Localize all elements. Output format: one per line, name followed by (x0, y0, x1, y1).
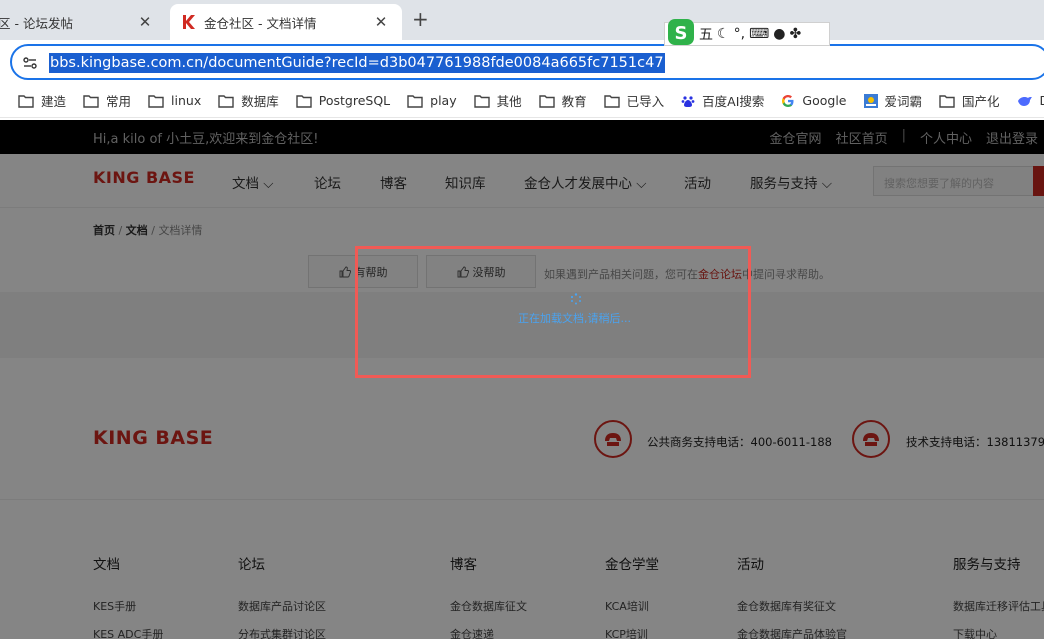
new-tab-button[interactable]: + (412, 9, 429, 29)
bookmark-label: 常用 (106, 94, 132, 109)
bookmark-label: PostgreSQL (318, 93, 391, 108)
bookmark-label: 建造 (41, 94, 67, 109)
bookmark-item[interactable]: play (407, 93, 457, 108)
kingbase-favicon-icon (183, 15, 195, 29)
close-icon[interactable]: ✕ (136, 13, 154, 31)
moon-icon[interactable]: ☾ (717, 26, 730, 42)
bookmark-item[interactable]: 教育 (538, 91, 587, 110)
bookmark-item[interactable]: 建造 (18, 91, 66, 110)
bookmark-item[interactable]: 数据库 (218, 91, 279, 110)
bookmark-item[interactable]: linux (148, 93, 201, 108)
tab-title: 金仓社区 - 文档详情 (204, 15, 317, 31)
loading-text: 正在加载文档,请稍后... (518, 312, 631, 325)
bookmark-label: play (430, 93, 457, 108)
loading-spinner-icon (570, 293, 581, 305)
folder-icon (148, 94, 171, 108)
bookmark-item[interactable]: PostgreSQL (296, 93, 390, 108)
bookmark-label: 已导入 (626, 94, 665, 109)
web-page: Hi,a kilo of 小土豆,欢迎来到金仓社区! 金仓官网 社区首页 | 个… (0, 120, 1044, 639)
close-icon[interactable]: ✕ (372, 13, 390, 31)
bookmark-label: Google (802, 93, 847, 108)
bookmark-label: 百度AI搜索 (702, 94, 765, 109)
keyboard-icon[interactable]: ⌨ (749, 26, 769, 42)
deepseek-icon (1017, 94, 1040, 108)
bookmark-item[interactable]: De (1017, 93, 1044, 108)
sogou-ime-icon[interactable]: S (667, 18, 695, 46)
bookmark-item[interactable]: 爱词霸 (863, 91, 923, 110)
loading-highlight-box: 正在加载文档,请稍后... (355, 246, 751, 378)
ime-toolbar: S 五 ☾ °, ⌨ ● ✤ (664, 19, 830, 46)
bookmark-label: linux (171, 93, 202, 108)
baidu-icon (681, 94, 702, 108)
bookmark-item[interactable]: 常用 (83, 91, 131, 110)
bookmark-label: De (1040, 93, 1044, 108)
loading-overlay (0, 120, 1044, 639)
site-info-icon[interactable] (22, 55, 38, 71)
bookmark-item[interactable]: Google (781, 93, 847, 108)
google-icon (781, 94, 802, 108)
bookmark-item[interactable]: 已导入 (603, 91, 665, 110)
bookmark-label: 爱词霸 (884, 94, 923, 109)
folder-icon (603, 94, 627, 108)
url-text[interactable]: bbs.kingbase.com.cn/documentGuide?recId=… (49, 53, 665, 73)
folder-icon (218, 94, 241, 108)
iciba-icon (863, 93, 885, 108)
folder-icon (538, 94, 562, 108)
bookmark-item[interactable]: 其他 (473, 91, 522, 110)
tab-title: 区 - 论坛发帖 (0, 15, 73, 31)
ime-mode[interactable]: 五 (699, 24, 713, 44)
folder-icon (296, 94, 319, 108)
bookmark-label: 国产化 (962, 94, 1000, 109)
svg-text:S: S (675, 23, 688, 44)
tab-forum-post[interactable]: 区 - 论坛发帖 ✕ (0, 4, 166, 40)
ime-punct[interactable]: °, (734, 26, 745, 42)
tab-bar: 区 - 论坛发帖 ✕ 金仓社区 - 文档详情 ✕ + (0, 0, 1044, 40)
bookmark-label: 其他 (496, 94, 522, 109)
bookmark-item[interactable]: 国产化 (939, 91, 1000, 110)
folder-icon (407, 94, 430, 108)
folder-icon (473, 94, 497, 108)
apps-icon[interactable]: ✤ (789, 26, 801, 42)
tab-document-detail[interactable]: 金仓社区 - 文档详情 ✕ (170, 4, 402, 40)
browser-toolbar: bbs.kingbase.com.cn/documentGuide?recId=… (0, 40, 1044, 84)
user-icon[interactable]: ● (773, 26, 785, 42)
bookmark-label: 教育 (561, 94, 587, 109)
folder-icon (18, 94, 41, 108)
address-bar[interactable]: bbs.kingbase.com.cn/documentGuide?recId=… (10, 44, 1044, 80)
bookmark-label: 数据库 (241, 94, 279, 109)
bookmarks-bar: 建造 常用 linux 数据库 PostgreSQL play 其他 教育 已导入 百度AI搜索 G… (0, 84, 1044, 118)
folder-icon (83, 94, 106, 108)
bookmark-item[interactable]: 百度AI搜索 (681, 91, 764, 110)
folder-icon (939, 94, 962, 108)
